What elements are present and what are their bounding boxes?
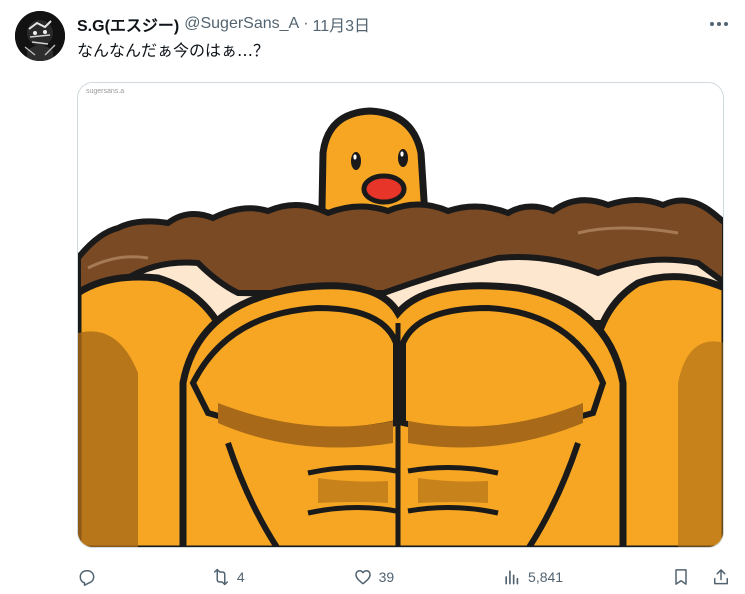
repost-icon	[213, 568, 228, 586]
repost-button[interactable]: 4	[211, 567, 245, 587]
tweet-actions: 4 39 5,841	[77, 562, 731, 592]
repost-count: 4	[236, 569, 245, 585]
avatar[interactable]	[15, 11, 65, 61]
reply-button[interactable]	[77, 567, 103, 587]
views-count: 5,841	[528, 569, 564, 585]
cartoon-illustration: sugersans.a	[78, 83, 723, 547]
tweet-header: S.G(エスジー) @SugerSans_A · 11月3日	[77, 11, 370, 37]
reply-icon	[79, 570, 95, 586]
avatar-image	[15, 11, 65, 61]
share-icon	[713, 569, 728, 585]
bookmark-button[interactable]	[671, 567, 691, 587]
more-icon	[710, 22, 728, 26]
share-button[interactable]	[711, 567, 731, 587]
tweet-image[interactable]: sugersans.a	[77, 82, 724, 548]
separator-dot: ·	[303, 15, 309, 32]
heart-icon	[354, 570, 371, 585]
image-watermark: sugersans.a	[86, 88, 124, 95]
bookmark-icon	[675, 569, 687, 585]
like-count: 39	[378, 569, 395, 585]
views-icon	[505, 570, 519, 585]
user-handle[interactable]: @SugerSans_A	[184, 15, 299, 33]
action-group-right	[671, 567, 731, 587]
views-button[interactable]: 5,841	[502, 567, 563, 587]
more-options-button[interactable]	[709, 14, 729, 34]
tweet: S.G(エスジー) @SugerSans_A · 11月3日 なんなんだぁ今のは…	[0, 0, 745, 594]
tweet-timestamp[interactable]: 11月3日	[313, 12, 371, 36]
display-name[interactable]: S.G(エスジー)	[77, 12, 179, 36]
tweet-text: なんなんだぁ今のはぁ…？	[77, 41, 270, 60]
like-button[interactable]: 39	[353, 567, 395, 587]
